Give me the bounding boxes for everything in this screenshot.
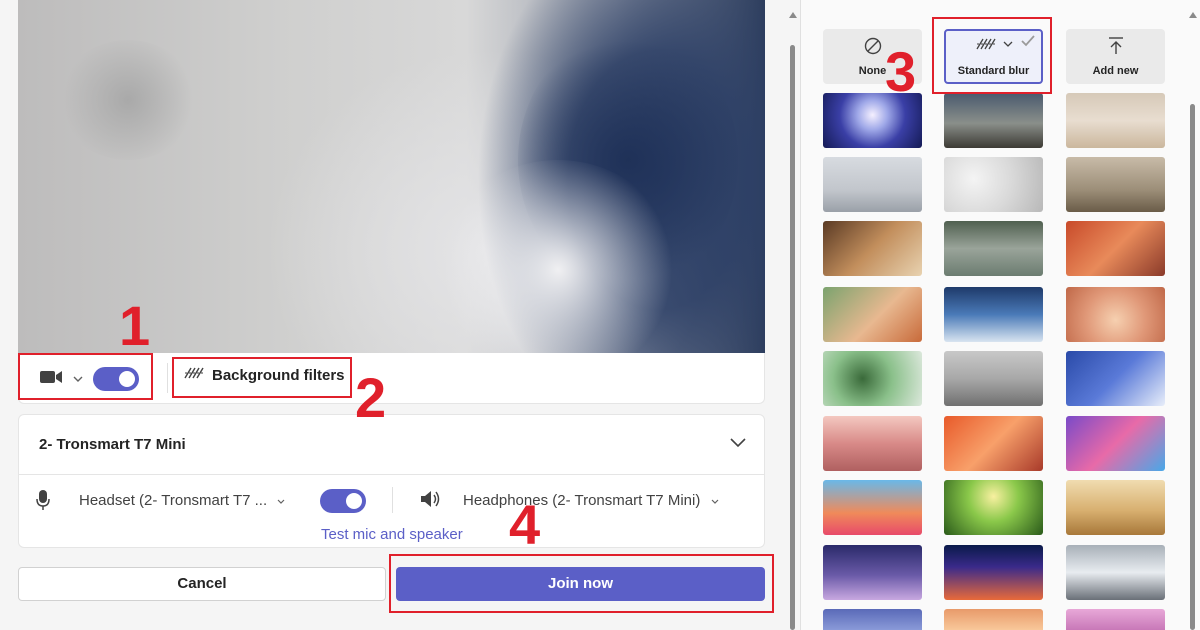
divider (392, 487, 393, 513)
audio-settings-card: 2- Tronsmart T7 Mini Headset (2- Tronsma… (18, 414, 765, 548)
background-thumbnail[interactable] (944, 416, 1043, 471)
speaker-icon (419, 489, 441, 514)
background-thumbnail[interactable] (944, 157, 1043, 212)
annotation-box-1 (18, 353, 153, 400)
background-thumbnail[interactable] (944, 351, 1043, 406)
annotation-box-3 (932, 17, 1052, 94)
annotation-number-3: 3 (885, 40, 917, 103)
background-thumbnail[interactable] (1066, 157, 1165, 212)
microphone-label: Headset (2- Tronsmart T7 ... (79, 492, 268, 509)
background-thumbnail[interactable] (1066, 416, 1165, 471)
background-thumbnail[interactable] (823, 480, 922, 535)
background-thumbnail[interactable] (1066, 221, 1165, 276)
background-thumbnail[interactable] (823, 545, 922, 600)
test-mic-speaker-link[interactable]: Test mic and speaker (321, 526, 463, 543)
speaker-select[interactable]: Headphones (2- Tronsmart T7 Mini) (463, 492, 719, 509)
none-icon (864, 37, 881, 55)
scroll-up-icon[interactable] (789, 12, 797, 18)
mic-speaker-row: Headset (2- Tronsmart T7 ... Headphones … (19, 475, 764, 549)
annotation-number-4: 4 (509, 493, 541, 556)
background-thumbnail[interactable] (944, 93, 1043, 148)
bg-option-label: Add new (1092, 65, 1139, 77)
background-thumbnail[interactable] (944, 221, 1043, 276)
background-thumbnail[interactable] (1066, 287, 1165, 342)
cancel-button[interactable]: Cancel (18, 567, 386, 601)
right-scrollbar[interactable] (1186, 0, 1200, 630)
background-thumbnail[interactable] (944, 287, 1043, 342)
background-thumbnail[interactable] (1066, 545, 1165, 600)
scroll-up-icon[interactable] (1189, 12, 1197, 18)
background-thumbnail[interactable] (823, 416, 922, 471)
bg-option-add-new[interactable]: Add new (1066, 29, 1165, 84)
background-thumbnail[interactable] (823, 609, 922, 630)
divider (167, 363, 168, 393)
background-thumbnail[interactable] (944, 480, 1043, 535)
background-thumbnail[interactable] (823, 157, 922, 212)
microphone-select[interactable]: Headset (2- Tronsmart T7 ... (79, 492, 285, 509)
annotation-box-2 (172, 357, 352, 398)
annotation-number-2: 2 (355, 366, 387, 429)
scroll-thumb[interactable] (790, 45, 795, 630)
background-thumbnail[interactable] (944, 609, 1043, 630)
chevron-down-icon (711, 499, 718, 504)
background-thumbnail[interactable] (823, 221, 922, 276)
upload-icon (1108, 37, 1123, 54)
audio-device-name: 2- Tronsmart T7 Mini (39, 436, 186, 453)
annotation-number-1: 1 (119, 294, 151, 357)
chevron-down-icon[interactable] (730, 435, 746, 453)
audio-device-selector[interactable]: 2- Tronsmart T7 Mini (19, 415, 764, 475)
background-thumbnail[interactable] (1066, 93, 1165, 148)
background-thumbnail[interactable] (1066, 351, 1165, 406)
annotation-box-4 (389, 554, 774, 613)
background-thumbnail[interactable] (1066, 609, 1165, 630)
left-scrollbar[interactable] (786, 0, 800, 630)
microphone-toggle[interactable] (320, 489, 366, 513)
microphone-icon (35, 489, 51, 516)
background-thumbnail[interactable] (1066, 480, 1165, 535)
background-thumbnail[interactable] (823, 351, 922, 406)
scroll-thumb[interactable] (1190, 104, 1195, 630)
chevron-down-icon (277, 499, 285, 504)
speaker-label: Headphones (2- Tronsmart T7 Mini) (463, 492, 701, 509)
background-thumbnail[interactable] (944, 545, 1043, 600)
background-effects-panel: None Standard blur Add new (800, 0, 1200, 630)
background-thumbnail[interactable] (823, 287, 922, 342)
